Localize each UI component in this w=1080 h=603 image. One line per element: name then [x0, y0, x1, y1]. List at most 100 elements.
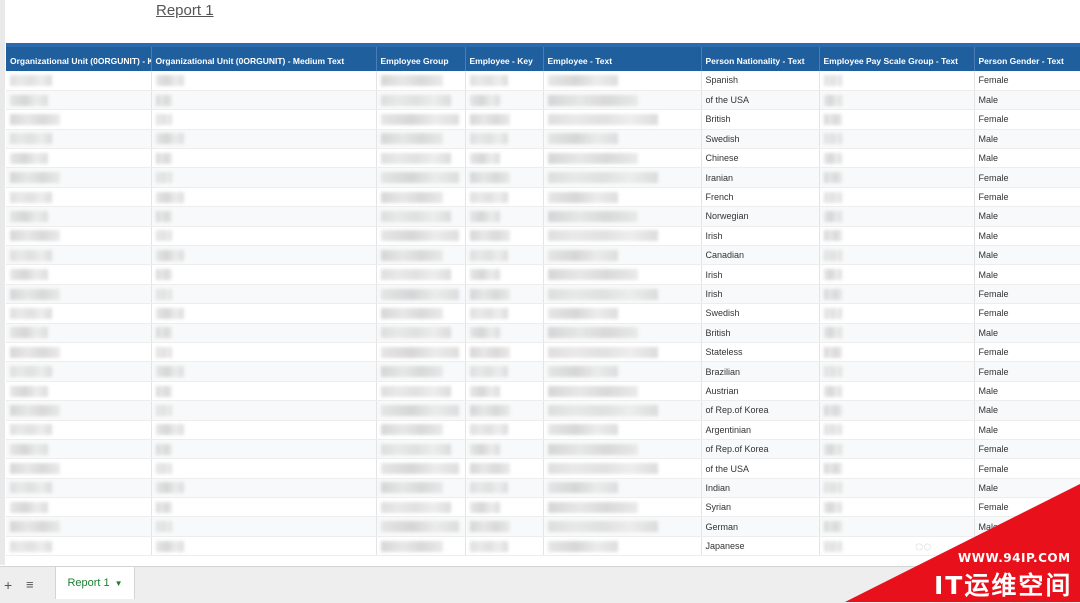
nationality-cell[interactable]: Norwegian — [701, 206, 820, 227]
redacted-cell[interactable] — [6, 361, 152, 382]
table-row[interactable]: Austrian Male — [6, 381, 1080, 402]
redacted-cell[interactable] — [543, 167, 702, 188]
redacted-cell[interactable] — [543, 342, 702, 363]
redacted-cell[interactable] — [465, 323, 544, 343]
redacted-cell[interactable] — [465, 245, 544, 266]
nationality-cell[interactable]: French — [701, 187, 820, 208]
table-row[interactable]: Irish Female — [6, 284, 1080, 305]
redacted-cell[interactable] — [376, 497, 466, 518]
gender-cell[interactable]: Male — [974, 226, 1080, 247]
redacted-cell[interactable] — [543, 264, 702, 285]
chevron-down-icon[interactable]: ▼ — [115, 579, 123, 588]
redacted-cell[interactable] — [151, 167, 377, 188]
redacted-cell[interactable] — [376, 90, 466, 111]
redacted-cell[interactable] — [6, 264, 152, 285]
table-row[interactable]: Irish Male — [6, 226, 1080, 247]
column-header[interactable]: Employee Pay Scale Group - Text — [819, 43, 975, 71]
redacted-cell[interactable] — [543, 245, 702, 266]
redacted-cell[interactable] — [376, 516, 466, 537]
redacted-cell[interactable] — [376, 187, 466, 208]
redacted-cell[interactable] — [376, 458, 466, 479]
redacted-cell[interactable] — [6, 439, 152, 460]
gender-cell[interactable]: Female — [974, 109, 1080, 130]
redacted-cell[interactable] — [151, 245, 377, 266]
nationality-cell[interactable]: Spanish — [701, 71, 820, 91]
redacted-cell[interactable] — [819, 109, 975, 130]
redacted-cell[interactable] — [151, 478, 377, 499]
redacted-cell[interactable] — [465, 420, 544, 440]
table-row[interactable]: of the USA Male — [6, 90, 1080, 111]
redacted-cell[interactable] — [543, 536, 702, 557]
redacted-cell[interactable] — [376, 478, 466, 499]
redacted-cell[interactable] — [376, 381, 466, 402]
gender-cell[interactable]: Female — [974, 71, 1080, 91]
redacted-cell[interactable] — [465, 361, 544, 382]
redacted-cell[interactable] — [376, 109, 466, 130]
redacted-cell[interactable] — [543, 109, 702, 130]
redacted-cell[interactable] — [819, 439, 975, 460]
redacted-cell[interactable] — [465, 148, 544, 169]
redacted-cell[interactable] — [6, 148, 152, 169]
redacted-cell[interactable] — [465, 71, 544, 91]
gender-cell[interactable]: Female — [974, 187, 1080, 208]
gender-cell[interactable]: Female — [974, 439, 1080, 460]
column-header[interactable]: Organizational Unit (0ORGUNIT) - Medium … — [151, 43, 377, 71]
redacted-cell[interactable] — [543, 148, 702, 169]
gender-cell[interactable]: Male — [974, 264, 1080, 285]
table-row[interactable]: Swedish Female — [6, 303, 1080, 324]
redacted-cell[interactable] — [819, 206, 975, 227]
nationality-cell[interactable]: Canadian — [701, 245, 820, 266]
table-row[interactable]: British Female — [6, 109, 1080, 130]
nationality-cell[interactable]: of the USA — [701, 90, 820, 111]
table-row[interactable]: Norwegian Male — [6, 206, 1080, 227]
redacted-cell[interactable] — [376, 226, 466, 247]
redacted-cell[interactable] — [6, 478, 152, 499]
redacted-cell[interactable] — [376, 167, 466, 188]
redacted-cell[interactable] — [543, 516, 702, 537]
gender-cell[interactable]: Female — [974, 458, 1080, 479]
table-row[interactable]: of Rep.of Korea Male — [6, 400, 1080, 421]
redacted-cell[interactable] — [6, 420, 152, 440]
nationality-cell[interactable]: Iranian — [701, 167, 820, 188]
redacted-cell[interactable] — [151, 497, 377, 518]
redacted-cell[interactable] — [819, 284, 975, 305]
redacted-cell[interactable] — [6, 458, 152, 479]
column-header[interactable]: Employee - Key — [465, 43, 544, 71]
gender-cell[interactable]: Female — [974, 303, 1080, 324]
redacted-cell[interactable] — [151, 342, 377, 363]
redacted-cell[interactable] — [151, 420, 377, 440]
redacted-cell[interactable] — [6, 187, 152, 208]
nationality-cell[interactable]: Argentinian — [701, 420, 820, 440]
redacted-cell[interactable] — [6, 71, 152, 91]
redacted-cell[interactable] — [465, 109, 544, 130]
redacted-cell[interactable] — [543, 226, 702, 247]
gender-cell[interactable]: Female — [974, 361, 1080, 382]
redacted-cell[interactable] — [819, 71, 975, 91]
gender-cell[interactable]: Female — [974, 342, 1080, 363]
redacted-cell[interactable] — [819, 148, 975, 169]
column-header[interactable]: Employee Group — [376, 43, 466, 71]
nationality-cell[interactable]: Syrian — [701, 497, 820, 518]
table-row[interactable]: of the USA Female — [6, 458, 1080, 479]
redacted-cell[interactable] — [465, 284, 544, 305]
redacted-cell[interactable] — [6, 226, 152, 247]
nationality-cell[interactable]: British — [701, 323, 820, 343]
redacted-cell[interactable] — [465, 381, 544, 402]
table-row[interactable]: British Male — [6, 323, 1080, 343]
nationality-cell[interactable]: Indian — [701, 478, 820, 499]
redacted-cell[interactable] — [6, 381, 152, 402]
table-row[interactable]: Stateless Female — [6, 342, 1080, 363]
redacted-cell[interactable] — [6, 245, 152, 266]
redacted-cell[interactable] — [151, 206, 377, 227]
redacted-cell[interactable] — [543, 206, 702, 227]
gender-cell[interactable]: Male — [974, 129, 1080, 150]
redacted-cell[interactable] — [376, 264, 466, 285]
redacted-cell[interactable] — [819, 167, 975, 188]
table-row[interactable]: Brazilian Female — [6, 361, 1080, 382]
redacted-cell[interactable] — [465, 516, 544, 537]
redacted-cell[interactable] — [6, 90, 152, 111]
nationality-cell[interactable]: Chinese — [701, 148, 820, 169]
redacted-cell[interactable] — [6, 303, 152, 324]
redacted-cell[interactable] — [819, 420, 975, 440]
redacted-cell[interactable] — [376, 245, 466, 266]
